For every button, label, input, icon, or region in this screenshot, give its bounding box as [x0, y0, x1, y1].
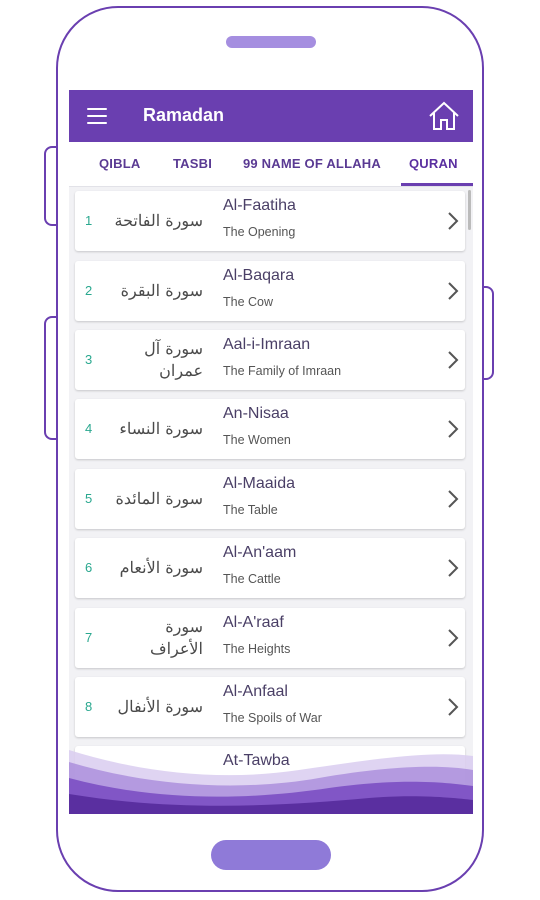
phone-home-button[interactable] — [211, 840, 331, 870]
list-item[interactable]: 1 سورة الفاتحة Al-Faatiha The Opening — [75, 191, 465, 251]
surah-number: 8 — [85, 699, 93, 714]
surah-arabic-line: سورة آل — [144, 339, 203, 358]
surah-number: 6 — [85, 560, 93, 575]
tab-bar: QIBLA TASBI 99 NAME OF ALLAHA QURAN — [69, 142, 473, 187]
surah-name: Al-A'raaf — [223, 614, 284, 631]
surah-number: 3 — [85, 352, 93, 367]
surah-meaning: The Heights — [223, 642, 291, 656]
surah-arabic-line: عمران — [159, 361, 203, 380]
list-item[interactable]: 7 سورة الأعراف Al-A'raaf The Heights — [75, 608, 465, 668]
surah-arabic-name: سورة البقرة — [120, 281, 203, 300]
phone-speaker — [226, 36, 316, 48]
chevron-right-icon — [448, 559, 459, 577]
surah-number: 5 — [85, 491, 93, 506]
home-icon[interactable] — [427, 100, 461, 132]
chevron-right-icon — [448, 629, 459, 647]
surah-meaning: The Spoils of War — [223, 711, 322, 725]
chevron-right-icon — [448, 698, 459, 716]
surah-meaning: The Cattle — [223, 572, 281, 586]
surah-arabic-name: سورة الفاتحة — [114, 211, 203, 230]
list-item[interactable]: 5 سورة المائدة Al-Maaida The Table — [75, 469, 465, 529]
surah-meaning: The Table — [223, 503, 278, 517]
surah-name: An-Nisaa — [223, 405, 289, 422]
list-scrollbar[interactable] — [468, 190, 471, 230]
surah-name: Al-Faatiha — [223, 197, 296, 214]
surah-name: Al-Baqara — [223, 267, 295, 284]
list-item[interactable]: 3 سورة آل عمران Aal-i-Imraan The Family … — [75, 330, 465, 390]
surah-name: Al-Anfaal — [223, 683, 288, 700]
chevron-right-icon — [448, 282, 459, 300]
chevron-right-icon — [448, 212, 459, 230]
tab-99-names[interactable]: 99 NAME OF ALLAHA — [243, 156, 381, 171]
chevron-right-icon — [448, 351, 459, 369]
surah-number: 7 — [85, 630, 93, 645]
surah-meaning: The Family of Imraan — [223, 364, 342, 378]
tab-quran[interactable]: QURAN — [409, 156, 458, 171]
list-item[interactable]: 8 سورة الأنفال Al-Anfaal The Spoils of W… — [75, 677, 465, 737]
surah-name: Al-An'aam — [223, 544, 297, 561]
surah-arabic-line: الأعراف — [150, 639, 203, 658]
list-item[interactable]: 6 سورة الأنعام Al-An'aam The Cattle — [75, 538, 465, 598]
app-screen: Ramadan QIBLA TASBI 99 NAME OF ALLAHA QU… — [69, 90, 473, 814]
surah-number: 2 — [85, 283, 93, 298]
app-title: Ramadan — [143, 105, 225, 125]
surah-name: Aal-i-Imraan — [223, 336, 311, 353]
surah-arabic-name: سورة آل عمران — [105, 338, 203, 382]
surah-arabic-name: سورة الأنفال — [117, 697, 203, 716]
surah-arabic-name: سورة المائدة — [115, 489, 203, 508]
surah-arabic-name: سورة النساء — [119, 419, 203, 438]
surah-meaning: The Women — [223, 433, 291, 447]
chevron-right-icon — [448, 490, 459, 508]
tab-qibla[interactable]: QIBLA — [99, 156, 140, 171]
surah-arabic-name: سورة الأنعام — [119, 558, 203, 577]
tab-selected-indicator — [401, 183, 473, 186]
surah-meaning: The Opening — [223, 225, 296, 239]
surah-name: Al-Maaida — [223, 475, 296, 492]
surah-meaning: The Cow — [223, 295, 274, 309]
app-bar: Ramadan — [69, 90, 473, 142]
chevron-right-icon — [448, 420, 459, 438]
hamburger-menu-icon[interactable] — [87, 108, 107, 124]
surah-number: 1 — [85, 213, 93, 228]
list-item[interactable]: 4 سورة النساء An-Nisaa The Women — [75, 399, 465, 459]
surah-arabic-name: سورة الأعراف — [105, 616, 203, 660]
decorative-wave-footer — [69, 750, 473, 814]
tab-tasbi[interactable]: TASBI — [173, 156, 212, 171]
surah-number: 4 — [85, 421, 93, 436]
list-item[interactable]: 2 سورة البقرة Al-Baqara The Cow — [75, 261, 465, 321]
surah-arabic-line: سورة — [165, 617, 203, 636]
